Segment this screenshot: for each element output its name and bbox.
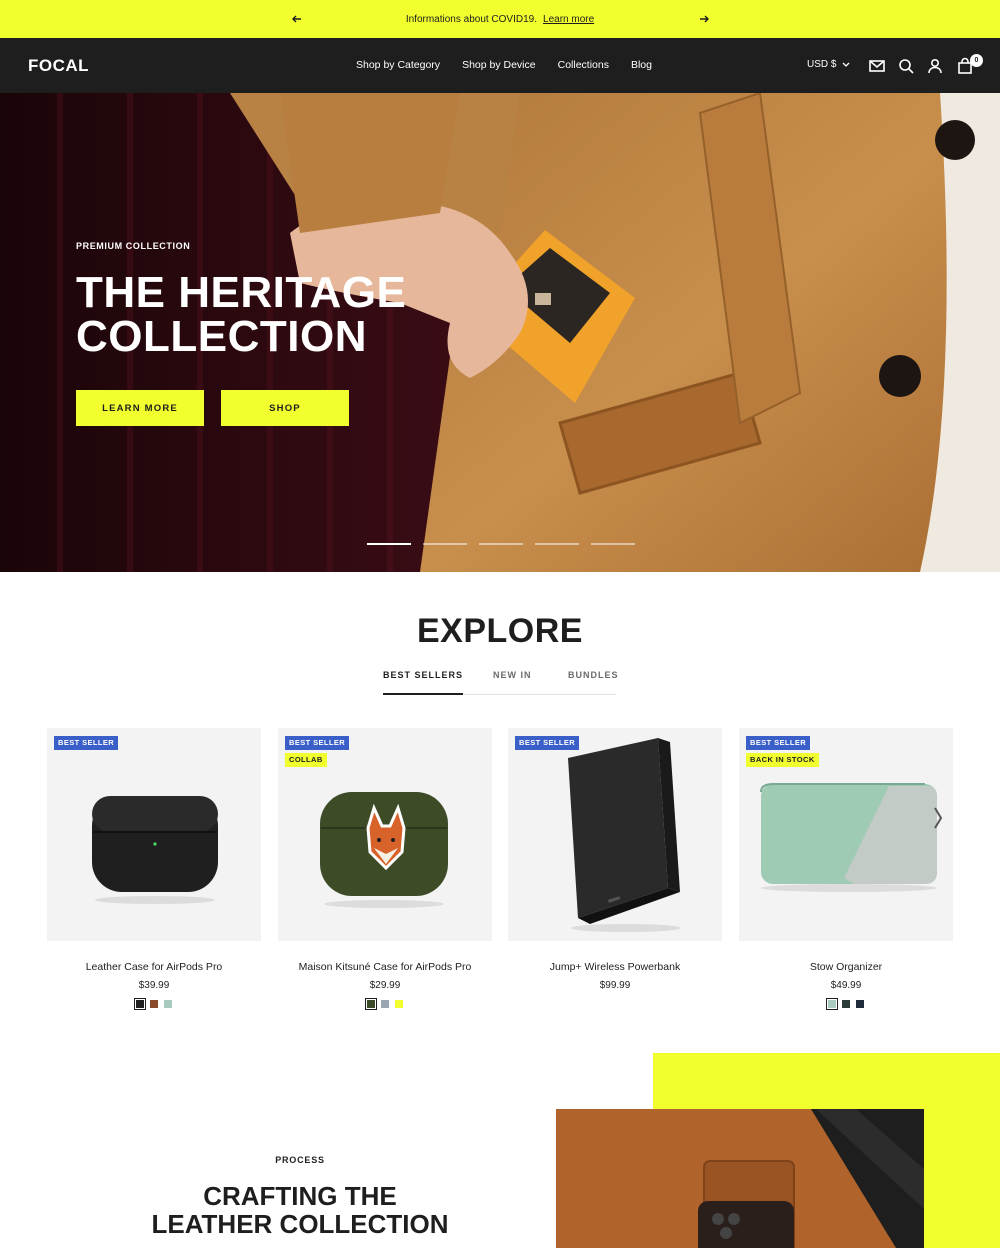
site-header: FOCAL Shop by Category Shop by Device Co… (0, 38, 1000, 93)
tab-new-in[interactable]: NEW IN (493, 670, 532, 695)
announcement-text: Informations about COVID19. (405, 13, 538, 25)
product-image[interactable]: BEST SELLER BACK IN STOCK (739, 728, 953, 941)
nav-blog[interactable]: Blog (631, 59, 652, 71)
best-seller-badge: BEST SELLER (285, 736, 350, 750)
search-icon[interactable] (897, 57, 915, 75)
color-swatch[interactable] (856, 1000, 864, 1008)
hero-text-block: PREMIUM COLLECTION THE HERITAGE COLLECTI… (76, 241, 496, 359)
product-name[interactable]: Jump+ Wireless Powerbank (508, 961, 722, 973)
product-name[interactable]: Leather Case for AirPods Pro (47, 961, 261, 973)
focal-logo[interactable]: FOCAL (28, 56, 89, 76)
explore-heading: EXPLORE (417, 612, 583, 650)
best-seller-badge: BEST SELLER (54, 736, 119, 750)
previous-announcement-arrow-icon[interactable] (289, 11, 305, 27)
color-swatch[interactable] (365, 998, 377, 1010)
hero-buttons: LEARN MORE SHOP (76, 390, 349, 426)
main-nav: Shop by Category Shop by Device Collecti… (356, 59, 652, 71)
color-swatch[interactable] (381, 1000, 389, 1008)
chevron-down-icon (842, 62, 850, 67)
collab-badge: COLLAB (285, 753, 327, 767)
product-price: $99.99 (599, 980, 631, 991)
tab-bundles[interactable]: BUNDLES (568, 670, 619, 695)
mail-icon[interactable] (868, 57, 886, 75)
product-name[interactable]: Stow Organizer (739, 961, 953, 973)
product-image[interactable]: BEST SELLER (47, 728, 261, 941)
product-price: $29.99 (369, 980, 401, 991)
slideshow-indicators (367, 543, 635, 545)
product-price: $49.99 (830, 980, 862, 991)
currency-selector[interactable]: USD $ (807, 59, 850, 70)
shop-button[interactable]: SHOP (221, 390, 349, 426)
color-swatches (739, 998, 953, 1010)
color-swatch[interactable] (164, 1000, 172, 1008)
process-eyebrow: PROCESS (275, 1155, 325, 1165)
slide-indicator-1[interactable] (367, 543, 411, 545)
powerbank-image (568, 738, 681, 932)
color-swatch[interactable] (826, 998, 838, 1010)
slide-indicator-4[interactable] (535, 543, 579, 545)
announcement-message: Informations about COVID19. Learn more (406, 14, 594, 25)
process-image (556, 1109, 924, 1248)
color-swatch[interactable] (842, 1000, 850, 1008)
product-card[interactable]: BEST SELLER Jump+ Wireless Powerbank $99… (508, 728, 722, 991)
product-card[interactable]: BEST SELLER Leather Case for AirPods Pro… (47, 728, 261, 1010)
color-swatches (47, 998, 261, 1010)
hero-eyebrow: PREMIUM COLLECTION (76, 241, 191, 251)
announcement-learn-more-link[interactable]: Learn more (543, 14, 594, 25)
best-seller-badge: BEST SELLER (746, 736, 811, 750)
nav-collections[interactable]: Collections (558, 59, 609, 71)
color-swatch[interactable] (395, 1000, 403, 1008)
account-icon[interactable] (926, 57, 944, 75)
color-swatches (278, 998, 492, 1010)
cart-count-badge: 0 (970, 54, 983, 67)
color-swatch[interactable] (150, 1000, 158, 1008)
product-card[interactable]: BEST SELLER BACK IN STOCK Stow Organizer… (739, 728, 953, 1010)
slide-indicator-5[interactable] (591, 543, 635, 545)
explore-tabs: BEST SELLERS NEW IN BUNDLES (383, 670, 619, 695)
learn-more-button[interactable]: LEARN MORE (76, 390, 204, 426)
product-image[interactable]: BEST SELLER COLLAB (278, 728, 492, 941)
product-name[interactable]: Maison Kitsuné Case for AirPods Pro (278, 961, 492, 973)
tab-best-sellers[interactable]: BEST SELLERS (383, 670, 464, 695)
hero-title: THE HERITAGE COLLECTION (76, 268, 407, 361)
nav-shop-by-category[interactable]: Shop by Category (356, 59, 440, 71)
nav-shop-by-device[interactable]: Shop by Device (462, 59, 536, 71)
currency-label: USD $ (807, 59, 837, 70)
best-seller-badge: BEST SELLER (515, 736, 580, 750)
leather-phone-case-image (556, 1109, 924, 1248)
color-swatch[interactable] (134, 998, 146, 1010)
back-in-stock-badge: BACK IN STOCK (746, 753, 819, 767)
slide-indicator-2[interactable] (423, 543, 467, 545)
airpods-leather-case-image (92, 796, 218, 904)
product-card[interactable]: BEST SELLER COLLAB Maison Kitsuné Case f… (278, 728, 492, 1010)
product-image[interactable]: BEST SELLER (508, 728, 722, 941)
slide-indicator-3[interactable] (479, 543, 523, 545)
hero-slideshow: PREMIUM COLLECTION THE HERITAGE COLLECTI… (0, 93, 1000, 572)
announcement-bar: Informations about COVID19. Learn more (0, 0, 1000, 38)
process-title: CRAFTING THE LEATHER COLLECTION (151, 1181, 449, 1239)
next-announcement-arrow-icon[interactable] (696, 11, 712, 27)
product-price: $39.99 (138, 980, 170, 991)
